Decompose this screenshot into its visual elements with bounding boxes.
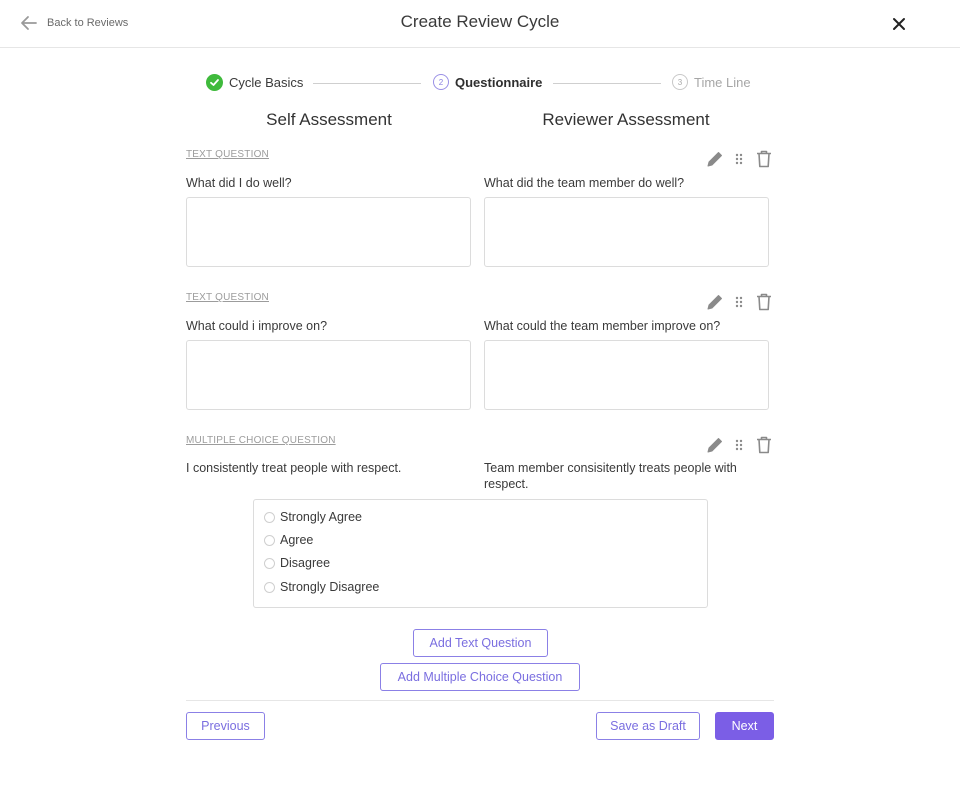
save-as-draft-button[interactable]: Save as Draft bbox=[596, 712, 700, 740]
step-label: Time Line bbox=[694, 74, 751, 90]
step-label: Cycle Basics bbox=[229, 75, 304, 90]
edit-pencil-icon[interactable] bbox=[705, 292, 725, 312]
add-multiple-choice-question-button[interactable]: Add Multiple Choice Question bbox=[380, 663, 580, 691]
option-agree[interactable]: Agree bbox=[264, 533, 313, 547]
reviewer-question-text: Team member consisitently treats people … bbox=[484, 461, 737, 491]
self-answer-box[interactable] bbox=[186, 197, 471, 267]
add-text-question-button[interactable]: Add Text Question bbox=[413, 629, 548, 657]
option-label: Strongly Disagree bbox=[280, 580, 380, 594]
radio-button[interactable] bbox=[264, 557, 275, 569]
question-tools bbox=[705, 435, 773, 455]
option-label: Disagree bbox=[280, 556, 331, 570]
drag-handle-icon[interactable] bbox=[733, 435, 745, 455]
step-label: Questionnaire bbox=[455, 74, 543, 90]
step-time-line[interactable]: 3 Time Line bbox=[672, 74, 751, 90]
header-bar: Back to Reviews Create Review Cycle bbox=[0, 0, 960, 48]
question-tools bbox=[705, 292, 773, 312]
previous-button[interactable]: Previous bbox=[186, 712, 265, 740]
close-icon bbox=[893, 18, 905, 30]
radio-button[interactable] bbox=[264, 534, 275, 546]
question-type-label: TEXT QUESTION bbox=[186, 292, 269, 303]
step-number: 2 bbox=[433, 74, 449, 90]
check-circle-icon bbox=[206, 74, 223, 91]
reviewer-answer-box[interactable] bbox=[484, 340, 769, 410]
self-question-text: I consistently treat people with respect… bbox=[186, 461, 402, 475]
choice-options-box: Strongly Agree Agree Disagree Strongly D… bbox=[253, 499, 708, 608]
radio-button[interactable] bbox=[264, 511, 275, 523]
reviewer-assessment-heading: Reviewer Assessment bbox=[542, 110, 710, 129]
reviewer-answer-box[interactable] bbox=[484, 197, 769, 267]
reviewer-question-text: What could the team member improve on? bbox=[484, 319, 721, 333]
question-type-label: MULTIPLE CHOICE QUESTION bbox=[186, 435, 336, 446]
trash-icon[interactable] bbox=[755, 435, 773, 455]
option-disagree[interactable]: Disagree bbox=[264, 556, 330, 570]
page-title: Create Review Cycle bbox=[400, 12, 560, 31]
self-answer-box[interactable] bbox=[186, 340, 471, 410]
trash-icon[interactable] bbox=[755, 292, 773, 312]
option-label: Agree bbox=[280, 533, 314, 547]
edit-pencil-icon[interactable] bbox=[705, 435, 725, 455]
step-cycle-basics[interactable]: Cycle Basics bbox=[206, 74, 303, 91]
option-strongly-disagree[interactable]: Strongly Disagree bbox=[264, 580, 379, 594]
self-question-text: What could i improve on? bbox=[186, 319, 328, 333]
step-number: 3 bbox=[672, 74, 688, 90]
step-connector bbox=[313, 83, 421, 84]
option-strongly-agree[interactable]: Strongly Agree bbox=[264, 510, 362, 524]
drag-handle-icon[interactable] bbox=[733, 149, 745, 169]
trash-icon[interactable] bbox=[755, 149, 773, 169]
reviewer-question-text: What did the team member do well? bbox=[484, 176, 685, 190]
question-tools bbox=[705, 149, 773, 169]
option-label: Strongly Agree bbox=[280, 510, 362, 524]
close-button[interactable] bbox=[889, 14, 909, 34]
self-question-text: What did I do well? bbox=[186, 176, 292, 190]
step-connector bbox=[553, 83, 661, 84]
step-questionnaire[interactable]: 2 Questionnaire bbox=[433, 74, 542, 90]
question-type-label: TEXT QUESTION bbox=[186, 149, 269, 160]
edit-pencil-icon[interactable] bbox=[705, 149, 725, 169]
next-button[interactable]: Next bbox=[715, 712, 774, 740]
drag-handle-icon[interactable] bbox=[733, 292, 745, 312]
self-assessment-heading: Self Assessment bbox=[266, 110, 392, 129]
footer-divider bbox=[186, 700, 774, 701]
radio-button[interactable] bbox=[264, 581, 275, 593]
